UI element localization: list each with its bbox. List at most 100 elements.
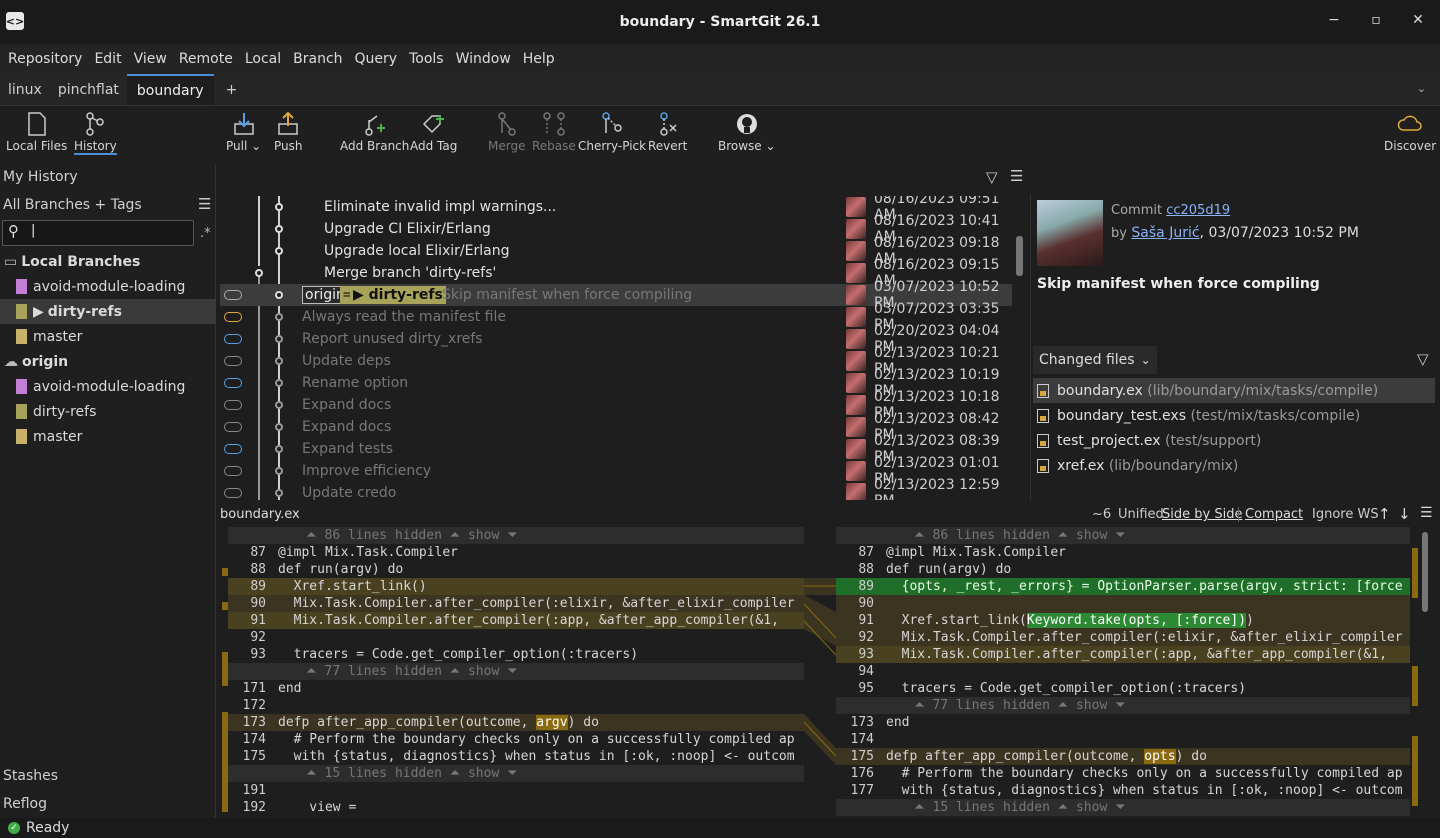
local-branch-avoid-module-loading[interactable]: avoid-module-loading: [0, 274, 216, 299]
push-button[interactable]: Push: [274, 110, 303, 153]
previous-change-button[interactable]: ↑: [1378, 505, 1391, 523]
menu-query[interactable]: Query: [349, 51, 404, 67]
diff-scrollbar-thumb[interactable]: [1422, 532, 1428, 612]
rebase-button[interactable]: Rebase: [532, 110, 576, 153]
diff-line-changed: 89 Xref.start_link(): [228, 578, 804, 595]
change-marker: [1412, 736, 1418, 806]
menu-branch[interactable]: Branch: [287, 51, 348, 67]
collapsed-lines-row[interactable]: ⏶ 86 lines hidden ⏶ show ⏷: [836, 527, 1410, 544]
pull-icon: [231, 110, 257, 138]
add-tab-button[interactable]: +: [214, 74, 250, 105]
chevron-down-icon: ⌄: [1140, 353, 1151, 367]
dirty-refs-ref-label[interactable]: ▶ dirty-refs: [350, 286, 446, 304]
diff-line: 88 def run(argv) do: [858, 562, 1012, 577]
branch-color-swatch: [16, 304, 27, 319]
tab-boundary[interactable]: boundary: [126, 74, 214, 105]
collapsed-lines-row[interactable]: ⏶ 77 lines hidden ⏶ show ⏷: [836, 697, 1410, 714]
repository-tabs: linux pinchflat boundary + ⌄: [0, 74, 1440, 106]
log-row[interactable]: Update credo 02/13/2023 12:59 PM: [220, 477, 1012, 500]
reflog-header[interactable]: Reflog: [3, 796, 47, 812]
tab-pinchflat[interactable]: pinchflat: [50, 74, 127, 105]
all-branches-header[interactable]: All Branches + Tags: [3, 197, 142, 213]
diff-line-changed: 91 Mix.Task.Compiler.after_compiler(:app…: [228, 612, 804, 629]
commit-hash-link[interactable]: cc205d19: [1166, 203, 1230, 218]
unified-view-toggle[interactable]: Unified: [1118, 507, 1164, 522]
commit-node: [275, 247, 283, 255]
author-link[interactable]: Saša Jurić: [1131, 225, 1199, 241]
changed-file-row[interactable]: boundary.ex (lib/boundary/mix/tasks/comp…: [1033, 378, 1435, 403]
collapsed-lines-row[interactable]: ⏶ 86 lines hidden ⏶ show ⏷: [228, 527, 804, 544]
menu-window[interactable]: Window: [450, 51, 517, 67]
sidebar-menu-icon[interactable]: ☰: [198, 195, 211, 213]
filter-icon[interactable]: ▽: [986, 168, 998, 186]
close-button[interactable]: ✕: [1408, 12, 1428, 28]
local-branch-master[interactable]: master: [0, 324, 216, 349]
diff-line-added: 89 {opts, _rest, _errors} = OptionParser…: [836, 578, 1410, 595]
commit-node: [255, 269, 263, 277]
local-files-button[interactable]: Local Files: [6, 110, 67, 153]
diff-line: 192 view =: [242, 800, 357, 815]
origin-remote-header[interactable]: ☁ origin: [0, 349, 216, 374]
revert-button[interactable]: Revert: [648, 110, 687, 153]
author-avatar: [846, 197, 866, 217]
log-menu-icon[interactable]: ☰: [1010, 167, 1023, 185]
diff-menu-icon[interactable]: ☰: [1420, 505, 1433, 521]
my-history-header[interactable]: My History: [3, 169, 78, 185]
side-by-side-toggle[interactable]: Side by Side: [1162, 507, 1242, 522]
author-photo: [1037, 200, 1103, 266]
menu-remote[interactable]: Remote: [173, 51, 239, 67]
menu-edit[interactable]: Edit: [88, 51, 127, 67]
log-scrollbar-thumb[interactable]: [1016, 236, 1023, 276]
rebase-label: Rebase: [532, 139, 576, 153]
files-filter-icon[interactable]: ▽: [1417, 350, 1429, 368]
change-marker: [1412, 666, 1418, 706]
local-branch-dirty-refs[interactable]: ▶ dirty-refs: [0, 299, 216, 324]
merge-button[interactable]: Merge: [488, 110, 525, 153]
pull-button[interactable]: Pull ⌄: [226, 110, 261, 153]
changed-file-row[interactable]: xref.ex (lib/boundary/mix): [1033, 453, 1435, 478]
next-change-button[interactable]: ↓: [1398, 505, 1411, 523]
changed-files-dropdown[interactable]: Changed files ⌄: [1033, 346, 1157, 374]
log-toolbar: ▽ ☰: [220, 164, 1028, 194]
toggle-indicator: [224, 444, 242, 454]
diff-line-changed: 90: [836, 595, 1410, 612]
collapsed-lines-row[interactable]: ⏶ 77 lines hidden ⏶ show ⏷: [228, 663, 804, 680]
context-lines[interactable]: ~6: [1092, 507, 1111, 522]
discover-button[interactable]: Discover: [1384, 110, 1436, 153]
compact-toggle[interactable]: Compact: [1238, 507, 1303, 522]
changed-file-row[interactable]: boundary_test.exs (test/mix/tasks/compil…: [1033, 403, 1435, 428]
stashes-header[interactable]: Stashes: [3, 768, 58, 784]
merge-icon: [494, 110, 520, 138]
minimize-button[interactable]: −: [1324, 12, 1344, 28]
smartgit-window: <> boundary - SmartGit 26.1 − ▫ ✕ Reposi…: [0, 0, 1440, 838]
commit-node: [275, 423, 283, 431]
menu-local[interactable]: Local: [239, 51, 287, 67]
history-button[interactable]: History: [74, 110, 117, 155]
local-branches-header[interactable]: ▭ Local Branches: [0, 249, 216, 274]
diff-line-changed: 93 Mix.Task.Compiler.after_compiler(:app…: [836, 646, 1410, 663]
regex-toggle[interactable]: .*: [200, 226, 211, 241]
maximize-button[interactable]: ▫: [1366, 12, 1386, 28]
tabs-overflow-chevron-down-icon[interactable]: ⌄: [1417, 82, 1426, 95]
cherry-pick-button[interactable]: Cherry-Pick: [578, 110, 646, 153]
remote-branch-master[interactable]: master: [0, 424, 216, 449]
tab-linux[interactable]: linux: [0, 74, 50, 105]
collapsed-lines-row[interactable]: ⏶ 15 lines hidden ⏶ show ⏷: [228, 765, 804, 782]
menu-repository[interactable]: Repository: [2, 51, 88, 67]
add-tag-icon: [421, 110, 447, 138]
menu-view[interactable]: View: [128, 51, 173, 67]
add-tag-button[interactable]: Add Tag: [410, 110, 457, 153]
author-avatar: [846, 263, 866, 283]
modified-file-icon: [1037, 458, 1049, 473]
remote-branch-avoid-module-loading[interactable]: avoid-module-loading: [0, 374, 216, 399]
collapsed-lines-row[interactable]: ⏶ 15 lines hidden ⏶ show ⏷: [836, 799, 1410, 816]
changed-file-row[interactable]: test_project.ex (test/support): [1033, 428, 1435, 453]
browse-button[interactable]: Browse ⌄: [718, 110, 776, 153]
menu-help[interactable]: Help: [517, 51, 561, 67]
branch-search-input[interactable]: ⚲ |: [2, 220, 194, 246]
menu-tools[interactable]: Tools: [403, 51, 450, 67]
diff-line-changed: 90 Mix.Task.Compiler.after_compiler(:eli…: [228, 595, 804, 612]
remote-branch-dirty-refs[interactable]: dirty-refs: [0, 399, 216, 424]
ignore-whitespace-toggle[interactable]: Ignore WS: [1312, 507, 1379, 522]
add-branch-button[interactable]: Add Branch: [340, 110, 409, 153]
